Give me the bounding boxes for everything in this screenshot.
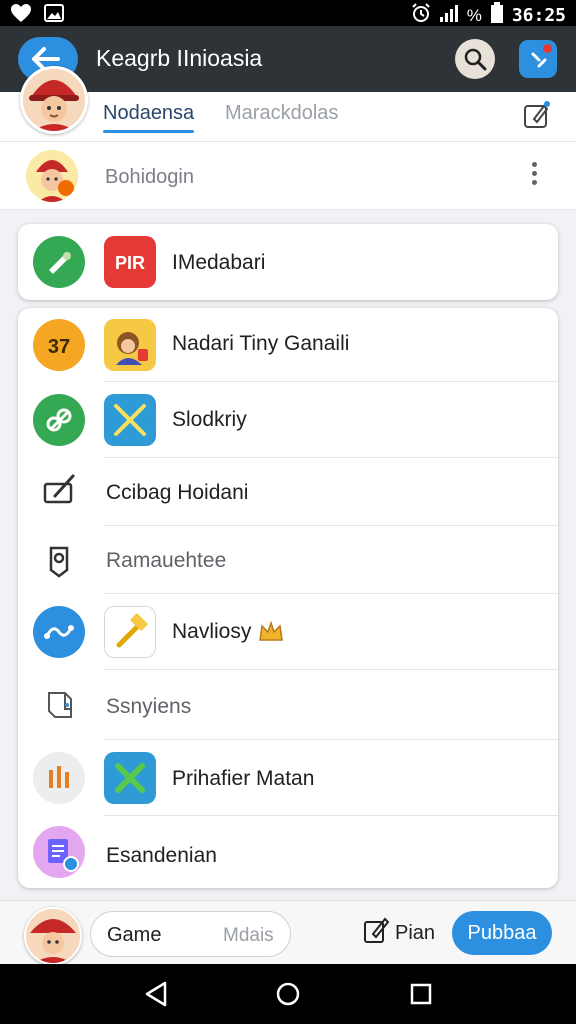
clock: 36:25 xyxy=(511,5,566,26)
system-nav-bar xyxy=(0,964,576,1024)
bottom-bar: Game Mdais Pian Pubbaa xyxy=(0,900,576,965)
more-options-icon[interactable] xyxy=(524,162,544,190)
item-list-card: 37 Nadari Tiny Ganaili Slodkriy Ccibag H… xyxy=(18,308,558,888)
list-item[interactable]: 37 Nadari Tiny Ganaili xyxy=(18,308,558,382)
hammer-icon xyxy=(104,606,156,658)
secondary-row-label: Bohidogin xyxy=(105,166,194,188)
list-item[interactable]: Slodkriy xyxy=(18,382,558,458)
status-bar: % 36:25 xyxy=(0,0,576,26)
search-icon xyxy=(464,48,487,71)
notification-dot xyxy=(543,44,552,53)
list-item[interactable]: Ssnyiens xyxy=(18,670,558,740)
tab-secondary[interactable]: Marackdolas xyxy=(225,102,338,125)
mode-segmented-control: Game Mdais xyxy=(90,911,291,957)
tile-text: PIR xyxy=(115,253,145,273)
list-item-label: Ramauehtee xyxy=(106,549,227,572)
list-item[interactable]: Navliosy xyxy=(18,594,558,670)
primary-action-button[interactable]: Pubbaa xyxy=(452,911,552,955)
location-badge-icon xyxy=(33,534,85,586)
tab-primary[interactable]: Nodaensa xyxy=(103,102,195,133)
route-icon xyxy=(33,606,85,658)
list-item-label: Esandenian xyxy=(106,844,217,867)
home-nav-icon[interactable] xyxy=(275,980,301,1008)
app-title: Keagrb IInioasia xyxy=(96,45,263,71)
segment-mdais[interactable]: Mdais xyxy=(223,925,274,947)
featured-card-label: IMedabari xyxy=(172,251,266,274)
badge-icon: 37 xyxy=(33,319,85,371)
list-item[interactable]: Ccibag Hoidani xyxy=(18,458,558,526)
plan-button[interactable]: Pian xyxy=(363,917,435,949)
edit-note-icon xyxy=(363,916,390,950)
list-item-label: Navliosy xyxy=(172,620,252,643)
edit-icon xyxy=(33,236,85,288)
box-icon xyxy=(33,679,85,731)
plan-label: Pian xyxy=(395,921,436,944)
battery-icon xyxy=(490,2,504,29)
app-shortcut-button[interactable] xyxy=(519,40,557,78)
search-button[interactable] xyxy=(455,39,495,79)
character-icon xyxy=(104,319,156,371)
list-item[interactable]: Ramauehtee xyxy=(18,526,558,594)
segment-game[interactable]: Game xyxy=(107,924,161,947)
alarm-icon xyxy=(411,3,431,28)
list-item-label: Ssnyiens xyxy=(106,695,192,718)
app-tile-icon: PIR xyxy=(104,236,156,288)
image-icon xyxy=(44,4,64,27)
pen-tablet-icon xyxy=(33,466,85,518)
featured-card[interactable]: PIR IMedabari xyxy=(18,224,558,300)
bars-icon xyxy=(33,752,85,804)
list-item[interactable]: Esandenian xyxy=(18,816,558,888)
list-item-label: Slodkriy xyxy=(172,408,247,431)
profile-avatar[interactable] xyxy=(20,66,88,134)
user-avatar[interactable] xyxy=(24,907,82,965)
character-avatar xyxy=(26,150,78,202)
app-bar: Keagrb IInioasia xyxy=(0,26,576,92)
back-nav-icon[interactable] xyxy=(143,980,169,1008)
compose-icon[interactable] xyxy=(522,100,552,135)
heart-icon xyxy=(10,3,32,28)
badge-number: 37 xyxy=(48,336,70,358)
list-item-label: Prihafier Matan xyxy=(172,767,315,790)
secondary-row[interactable]: Bohidogin xyxy=(0,142,576,210)
document-icon xyxy=(33,826,85,878)
signal-icon xyxy=(439,4,459,27)
battery-percent: % xyxy=(466,5,482,25)
list-item-label: Ccibag Hoidani xyxy=(106,481,249,504)
list-item[interactable]: Prihafier Matan xyxy=(18,740,558,816)
recents-nav-icon[interactable] xyxy=(408,980,434,1008)
crossed-swords-icon xyxy=(104,394,156,446)
leaf-cross-icon xyxy=(104,752,156,804)
list-item-label: Nadari Tiny Ganaili xyxy=(172,332,350,355)
link-icon xyxy=(33,394,85,446)
gold-crown-icon xyxy=(258,620,284,649)
